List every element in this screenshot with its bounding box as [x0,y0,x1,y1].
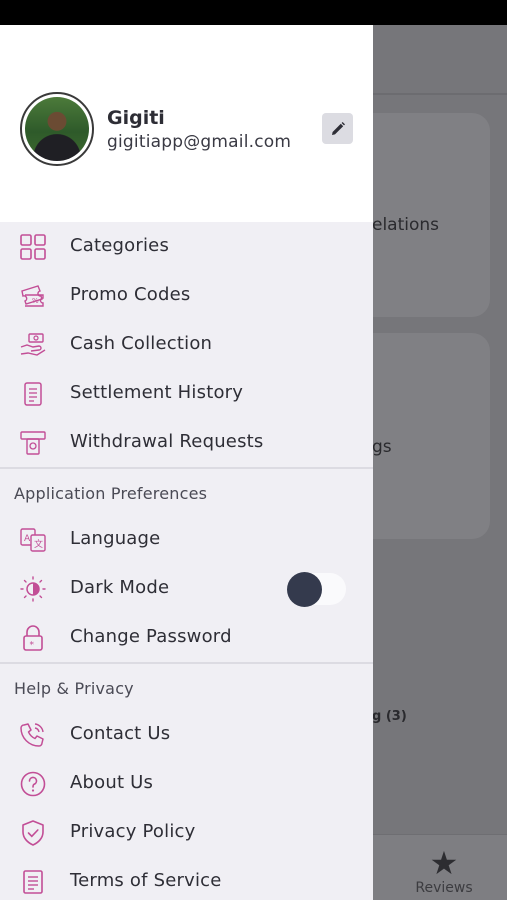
menu-item-label: Privacy Policy [70,821,196,842]
menu-item-label: Terms of Service [70,870,222,891]
svg-text:%: % [32,297,39,305]
svg-text:*: * [30,641,35,651]
menu-item-settlement-history[interactable]: Settlement History [0,369,373,418]
menu-item-dark-mode[interactable]: Dark Mode [0,564,373,613]
menu-item-language[interactable]: A 文 Language [0,515,373,564]
menu-item-privacy-policy[interactable]: Privacy Policy [0,808,373,857]
withdrawal-icon [20,431,46,455]
menu-item-label: Promo Codes [70,284,191,305]
profile-header: Gigiti gigitiapp@gmail.com [0,25,373,222]
menu-item-label: Dark Mode [70,577,170,598]
menu-item-terms-of-service[interactable]: Terms of Service [0,857,373,900]
phone-icon [20,723,44,747]
cash-hand-icon [20,333,46,356]
document-icon [23,870,43,894]
grid-icon [20,234,46,260]
star-icon: ★ [429,844,459,882]
menu-item-label: Cash Collection [70,333,213,354]
menu-item-label: Language [70,528,161,549]
tab-reviews: ★ Reviews [404,846,484,896]
profile-email: gigitiapp@gmail.com [107,132,292,152]
section-title-help: Help & Privacy [14,679,134,698]
translate-icon: A 文 [20,528,46,552]
background-list-text: g (3) [372,709,407,724]
background-card-text: gs [372,437,392,457]
menu-item-label: Withdrawal Requests [70,431,264,452]
navigation-drawer: Gigiti gigitiapp@gmail.com Categories % … [0,25,373,900]
avatar [20,92,94,166]
tab-reviews-label: Reviews [415,880,473,896]
shield-check-icon [22,820,44,846]
avatar-photo [25,97,89,161]
lock-icon: * [23,625,43,651]
menu-item-withdrawal-requests[interactable]: Withdrawal Requests [0,418,373,467]
menu-item-label: Change Password [70,626,232,647]
menu-item-about-us[interactable]: About Us [0,759,373,808]
dark-mode-toggle[interactable] [286,570,348,607]
receipt-icon [24,382,42,406]
ticket-icon: % [21,285,44,307]
menu-item-contact-us[interactable]: Contact Us [0,710,373,759]
menu-item-label: About Us [70,772,154,793]
menu-item-label: Settlement History [70,382,244,403]
menu-item-label: Categories [70,235,170,256]
svg-text:A: A [24,534,31,544]
menu-item-label: Contact Us [70,723,171,744]
status-bar [0,0,507,25]
section-title-preferences: Application Preferences [14,484,208,503]
pencil-icon [331,121,345,135]
background-card-text: elations [372,215,440,235]
profile-name: Gigiti [107,107,165,129]
question-icon [20,771,46,797]
dark-mode-icon [20,576,46,602]
menu-item-change-password[interactable]: * Change Password [0,613,373,662]
menu-item-categories[interactable]: Categories [0,222,373,271]
edit-profile-button[interactable] [322,113,353,144]
svg-text:文: 文 [34,538,43,550]
toggle-knob [287,572,322,607]
menu-item-cash-collection[interactable]: Cash Collection [0,320,373,369]
menu-item-promo-codes[interactable]: % Promo Codes [0,271,373,320]
